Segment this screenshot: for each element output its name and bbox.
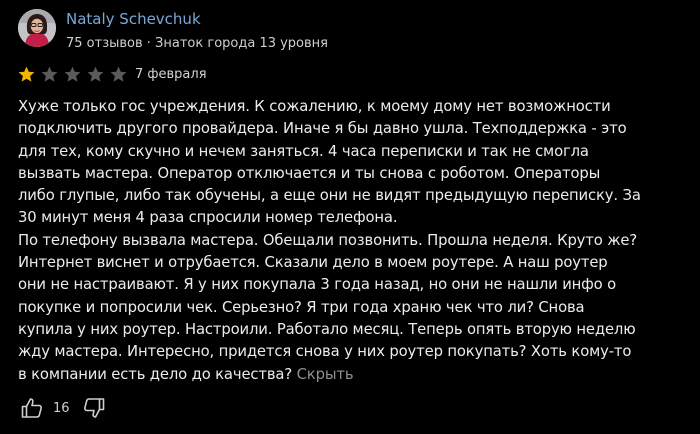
star-empty-icon — [64, 66, 81, 82]
author-meta: 75 отзывов · Знаток города 13 уровня — [66, 36, 328, 51]
review-body: Хуже только гос учреждения. К сожалению,… — [18, 98, 641, 383]
like-count: 16 — [53, 400, 70, 416]
avatar[interactable] — [18, 9, 56, 47]
review-card: Nataly Schevchuk 75 отзывов · Знаток гор… — [0, 0, 700, 434]
star-empty-icon — [41, 66, 58, 82]
rating-stars — [17, 65, 128, 85]
star-empty-icon — [110, 66, 127, 82]
thumbs-up-icon[interactable] — [20, 396, 44, 420]
thumbs-down-icon[interactable] — [82, 396, 106, 420]
review-text: Хуже только гос учреждения. К сожалению,… — [18, 96, 682, 386]
star-filled-icon — [18, 66, 35, 82]
author-name[interactable]: Nataly Schevchuk — [66, 10, 201, 28]
star-empty-icon — [87, 66, 104, 82]
review-date: 7 февраля — [135, 67, 207, 82]
avatar-photo — [18, 9, 56, 47]
review-actions: 16 — [20, 395, 106, 421]
collapse-link[interactable]: Скрыть — [297, 366, 354, 383]
